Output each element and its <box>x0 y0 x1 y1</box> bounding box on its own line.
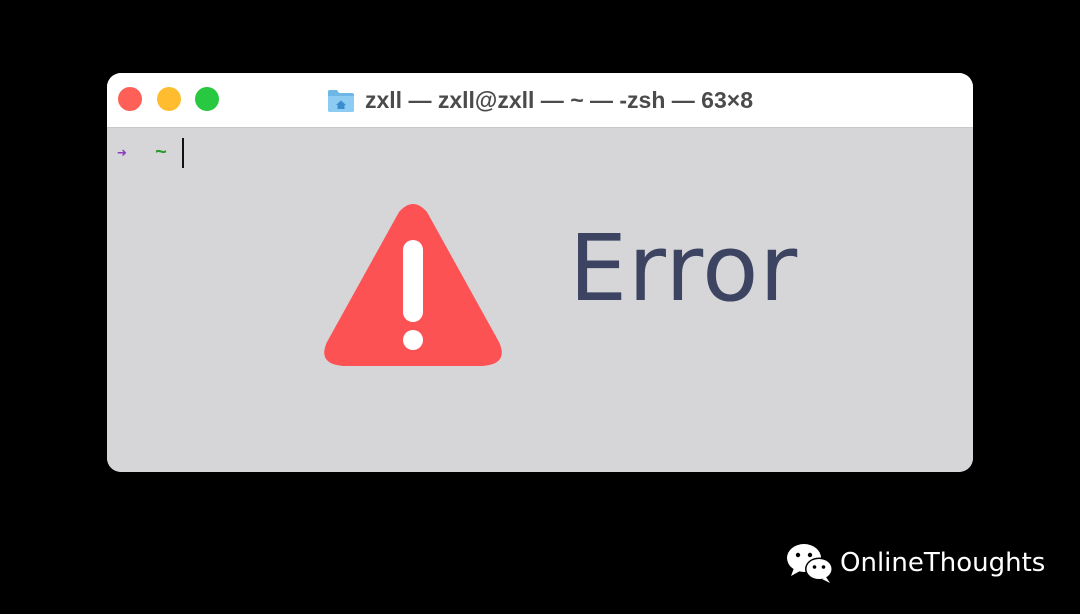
title-bar[interactable]: zxll — zxll@zxll — ~ — -zsh — 63×8 <box>107 73 973 128</box>
watermark: OnlineThoughts <box>786 541 1045 585</box>
watermark-text: OnlineThoughts <box>840 548 1046 578</box>
window-title-area: zxll — zxll@zxll — ~ — -zsh — 63×8 <box>107 73 973 127</box>
prompt-directory: ~ <box>155 141 168 165</box>
text-cursor <box>182 138 184 168</box>
wechat-icon <box>787 544 833 583</box>
prompt-line: ➜ ~ <box>117 138 184 168</box>
window-title: zxll — zxll@zxll — ~ — -zsh — 63×8 <box>364 86 753 113</box>
terminal-content[interactable]: ➜ ~ Error <box>107 128 973 472</box>
terminal-window: zxll — zxll@zxll — ~ — -zsh — 63×8 ➜ ~ E… <box>107 73 973 472</box>
error-text: Error <box>569 215 799 322</box>
home-folder-icon <box>327 90 354 112</box>
warning-triangle-icon <box>324 204 502 366</box>
prompt-arrow: ➜ <box>117 145 127 163</box>
screen: zxll — zxll@zxll — ~ — -zsh — 63×8 ➜ ~ E… <box>0 0 1080 614</box>
